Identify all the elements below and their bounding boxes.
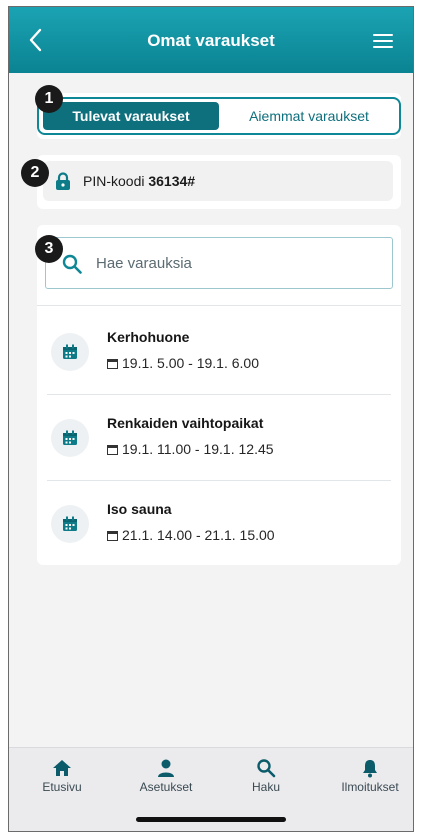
bell-icon: [363, 760, 377, 778]
reservation-time: 21.1. 14.00 - 21.1. 15.00: [107, 527, 275, 543]
reservation-time-text: 21.1. 14.00 - 21.1. 15.00: [122, 527, 275, 543]
calendar-small-icon: [107, 359, 118, 369]
pin-label: PIN-koodi: [83, 173, 145, 189]
reservation-name: Kerhohuone: [107, 329, 190, 345]
pin-text: PIN-koodi 36134#: [83, 173, 195, 189]
calendar-icon: [51, 333, 89, 371]
reservations-card: Hae varauksia Kerhohuone 19.1. 5.00 - 19…: [37, 225, 401, 565]
nav-search-label: Haku: [251, 780, 280, 794]
annotation-badge-3: 3: [35, 235, 63, 263]
person-icon: [158, 759, 174, 777]
pin-code: 36134#: [148, 173, 196, 189]
tab-switch-card: Tulevat varaukset Aiemmat varaukset: [37, 93, 401, 139]
reservation-name: Renkaiden vaihtopaikat: [107, 415, 264, 431]
divider: [37, 305, 401, 306]
reservation-item[interactable]: Iso sauna 21.1. 14.00 - 21.1. 15.00: [37, 481, 401, 567]
search-placeholder: Hae varauksia: [96, 255, 192, 272]
tab-switch: Tulevat varaukset Aiemmat varaukset: [37, 97, 401, 135]
search-icon: [257, 759, 276, 778]
nav-search[interactable]: Haku: [221, 758, 311, 794]
home-icon: [53, 760, 71, 776]
tab-upcoming[interactable]: Tulevat varaukset: [43, 102, 219, 130]
menu-icon[interactable]: [373, 34, 393, 48]
annotation-badge-1: 1: [35, 85, 63, 113]
nav-notifications[interactable]: Ilmoitukset: [325, 758, 413, 794]
nav-notifications-label: Ilmoitukset: [341, 780, 399, 794]
pin-card: PIN-koodi 36134#: [37, 155, 401, 209]
nav-home-label: Etusivu: [42, 780, 82, 794]
page-title: Omat varaukset: [147, 31, 275, 50]
reservation-time: 19.1. 11.00 - 19.1. 12.45: [107, 441, 274, 457]
reservation-time: 19.1. 5.00 - 19.1. 6.00: [107, 355, 259, 371]
tab-past[interactable]: Aiemmat varaukset: [223, 102, 395, 130]
reservation-time-text: 19.1. 5.00 - 19.1. 6.00: [122, 355, 259, 371]
reservation-name: Iso sauna: [107, 501, 172, 517]
pin-box: PIN-koodi 36134#: [43, 161, 393, 201]
nav-home[interactable]: Etusivu: [17, 758, 107, 794]
app-screen: Omat varaukset Tulevat varaukset Aiemmat…: [8, 6, 414, 832]
calendar-icon: [51, 505, 89, 543]
app-header: Omat varaukset: [9, 7, 413, 73]
calendar-icon: [51, 419, 89, 457]
reservation-time-text: 19.1. 11.00 - 19.1. 12.45: [122, 441, 274, 457]
search-input[interactable]: Hae varauksia: [45, 237, 393, 289]
reservation-item[interactable]: Renkaiden vaihtopaikat 19.1. 11.00 - 19.…: [37, 395, 401, 481]
lock-icon: [56, 172, 70, 190]
calendar-small-icon: [107, 445, 118, 455]
reservation-item[interactable]: Kerhohuone 19.1. 5.00 - 19.1. 6.00: [37, 309, 401, 395]
home-indicator: [136, 817, 286, 822]
nav-settings-label: Asetukset: [139, 780, 193, 794]
nav-settings[interactable]: Asetukset: [121, 758, 211, 794]
calendar-small-icon: [107, 531, 118, 541]
search-icon: [62, 254, 82, 274]
annotation-badge-2: 2: [21, 159, 49, 187]
